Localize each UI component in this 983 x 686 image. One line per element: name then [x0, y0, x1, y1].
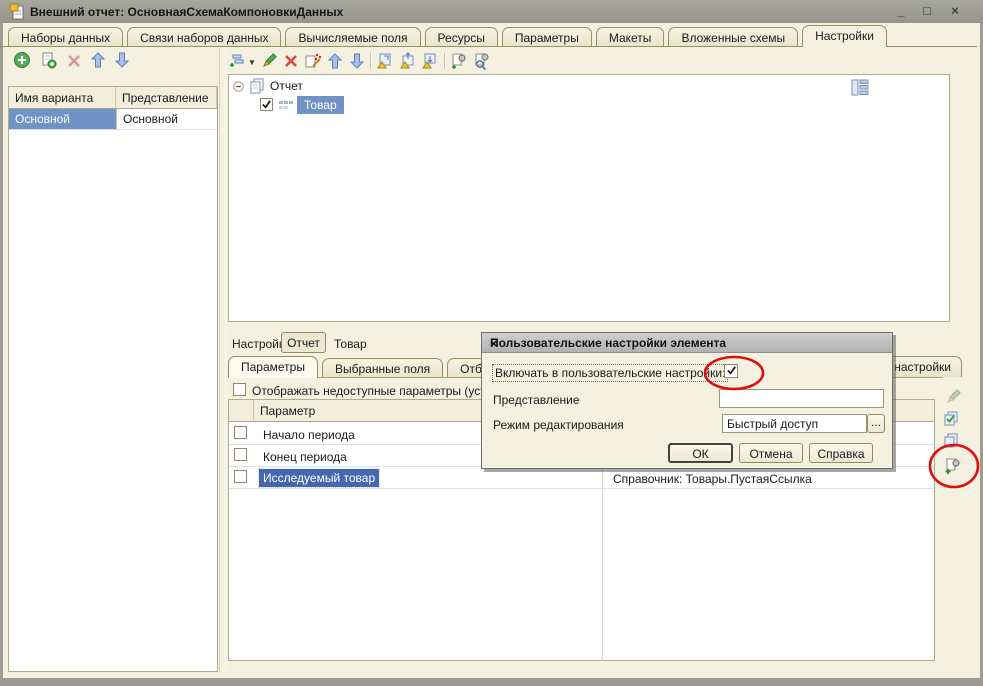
- tree-item-label[interactable]: Товар: [297, 96, 344, 114]
- tab-dataset-links[interactable]: Связи наборов данных: [127, 27, 281, 47]
- load-settings-button[interactable]: [376, 52, 394, 70]
- dialog-titlebar: Пользовательские настройки элемента ×: [482, 333, 892, 353]
- tree-collapse-icon[interactable]: [233, 81, 244, 92]
- set-all-checks-button[interactable]: [942, 410, 960, 428]
- report-structure-icon[interactable]: [850, 78, 870, 97]
- delete-variant-button[interactable]: [65, 52, 83, 70]
- report-node-icon: [248, 77, 266, 95]
- edit-mode-label: Режим редактирования: [493, 418, 624, 432]
- include-in-user-settings-label: Включать в пользовательские настройки:: [492, 364, 728, 382]
- toolbar-separator: [444, 53, 445, 69]
- help-button[interactable]: Справка: [809, 443, 873, 463]
- settings-path-current: Товар: [334, 337, 367, 351]
- representation-input[interactable]: [719, 389, 884, 408]
- titlebar: Внешний отчет: ОсновнаяСхемаКомпоновкиДа…: [0, 0, 983, 23]
- tab-settings[interactable]: Настройки: [802, 25, 887, 47]
- tab-calculated-fields[interactable]: Вычисляемые поля: [285, 27, 420, 47]
- move-down-button[interactable]: [113, 51, 131, 69]
- tab-templates[interactable]: Макеты: [596, 27, 665, 47]
- add-item-dropdown-arrow[interactable]: ▼: [248, 58, 256, 66]
- add-variant-button[interactable]: [13, 51, 31, 69]
- tree-item-checkbox[interactable]: [260, 98, 273, 111]
- copy-variant-button[interactable]: [39, 51, 57, 69]
- tab-nested-schemas[interactable]: Вложенные схемы: [668, 27, 798, 47]
- user-settings-view-button[interactable]: [473, 52, 491, 70]
- report-window-icon: [8, 3, 26, 21]
- move-item-up-button[interactable]: [326, 52, 344, 70]
- group-field-icon: [279, 100, 293, 112]
- toolbar-separator: [370, 53, 371, 69]
- main-tabstrip: Наборы данных Связи наборов данных Вычис…: [8, 25, 887, 47]
- user-settings-dialog: Пользовательские настройки элемента × Вк…: [481, 332, 893, 469]
- representation-label: Представление: [493, 393, 580, 407]
- add-item-button[interactable]: [230, 52, 248, 70]
- user-settings-item-button[interactable]: [450, 52, 468, 70]
- cancel-button[interactable]: Отмена: [739, 443, 803, 463]
- param-row3-value[interactable]: Справочник: Товары.ПустаяСсылка: [607, 469, 927, 489]
- delete-item-button[interactable]: [282, 52, 300, 70]
- param-row3-checkbox[interactable]: [234, 470, 247, 483]
- copy-settings-button[interactable]: [942, 432, 960, 450]
- tab-datasets[interactable]: Наборы данных: [8, 27, 123, 47]
- column-header-variant-name[interactable]: Имя варианта: [9, 87, 116, 109]
- tab-resources[interactable]: Ресурсы: [425, 27, 498, 47]
- dialog-close-icon[interactable]: ×: [490, 336, 886, 351]
- column-header-presentation[interactable]: Представление: [116, 87, 217, 109]
- load-from-file-button[interactable]: [399, 52, 417, 70]
- maximize-button[interactable]: □: [917, 3, 937, 20]
- minimize-button[interactable]: _: [891, 3, 911, 20]
- wizard-button[interactable]: [304, 52, 322, 70]
- move-item-down-button[interactable]: [348, 52, 366, 70]
- variant-row-name[interactable]: Основной: [9, 109, 116, 129]
- variants-table: Имя варианта Представление Основной Осно…: [8, 86, 218, 672]
- show-unavailable-label[interactable]: Отображать недоступные параметры (устана…: [252, 384, 481, 398]
- show-unavailable-checkbox[interactable]: [233, 383, 246, 396]
- edit-item-button[interactable]: [260, 52, 278, 70]
- settings-tab-parameters[interactable]: Параметры: [228, 356, 318, 378]
- vertical-splitter[interactable]: [219, 48, 226, 672]
- edit-mode-field[interactable]: Быстрый доступ: [722, 414, 867, 433]
- grid-line: [229, 488, 934, 489]
- grid-line: [9, 129, 217, 130]
- tree-root-label[interactable]: Отчет: [270, 79, 303, 93]
- include-in-user-settings-checkbox[interactable]: [724, 364, 738, 378]
- column-header-use[interactable]: [229, 400, 254, 422]
- save-to-file-button[interactable]: [421, 52, 439, 70]
- edit-parameter-button[interactable]: [944, 388, 962, 406]
- param-row2-checkbox[interactable]: [234, 448, 247, 461]
- param-row3-label[interactable]: Исследуемый товар: [259, 469, 379, 487]
- variant-row-presentation[interactable]: Основной: [116, 109, 217, 129]
- settings-tab-selected-fields[interactable]: Выбранные поля: [322, 358, 443, 378]
- tab-parameters[interactable]: Параметры: [502, 27, 592, 47]
- window-title: Внешний отчет: ОсновнаяСхемаКомпоновкиДа…: [30, 5, 343, 19]
- user-setting-item-button[interactable]: [944, 457, 962, 475]
- settings-path-report-button[interactable]: Отчет: [281, 332, 326, 353]
- close-button[interactable]: ×: [945, 3, 965, 20]
- edit-mode-browse-button[interactable]: ...: [867, 414, 885, 433]
- app-window: Внешний отчет: ОсновнаяСхемаКомпоновкиДа…: [0, 0, 983, 686]
- ok-button[interactable]: ОК: [668, 443, 733, 463]
- settings-structure-tree: Отчет Товар: [228, 74, 950, 322]
- move-up-button[interactable]: [89, 51, 107, 69]
- param-row1-checkbox[interactable]: [234, 426, 247, 439]
